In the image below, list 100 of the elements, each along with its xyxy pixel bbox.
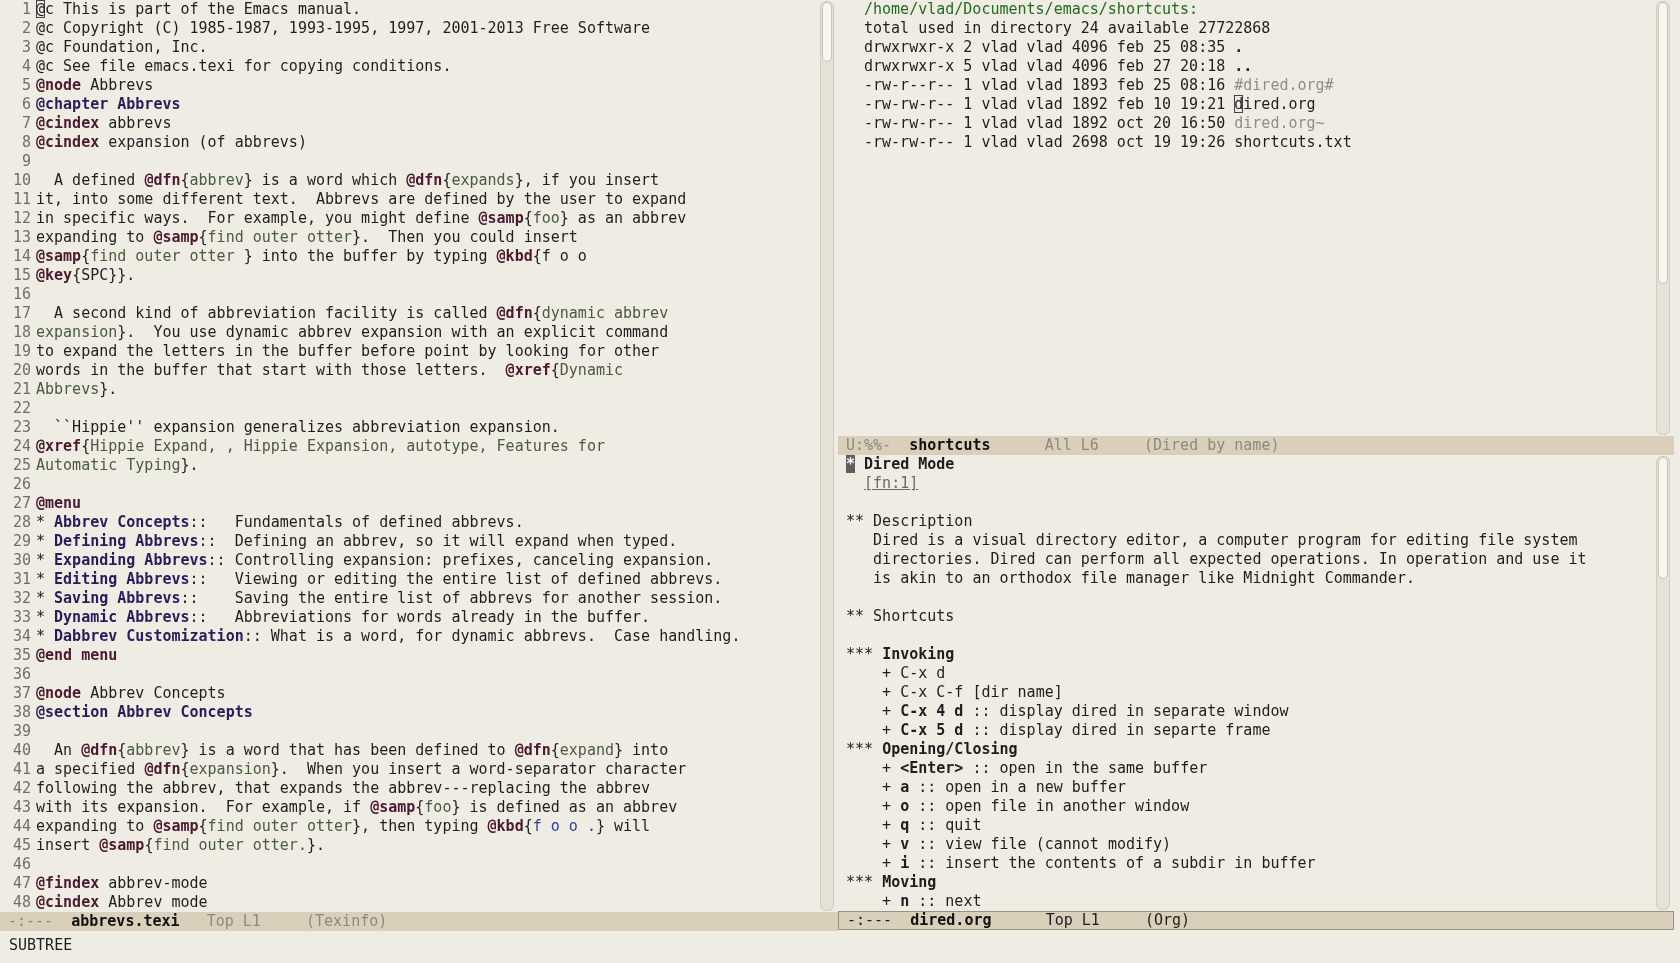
scroll-thumb[interactable] — [822, 2, 832, 62]
code-line: a specified @dfn{expansion}. When you insert a word-separator character — [36, 760, 688, 779]
line-number: 35 — [11, 646, 31, 665]
line-number: 32 — [11, 589, 31, 608]
code-line: *** Moving — [846, 873, 938, 892]
code-line: -rw-rw-r-- 1 vlad vlad 1892 feb 10 19:21 dired.org — [864, 95, 1317, 114]
code-line: is akin to an orthodox file manager like Midnight Commander. — [872, 569, 1416, 588]
line-number: 1 — [20, 0, 31, 19]
code-line: + <Enter> :: open in the same buffer — [881, 759, 1209, 778]
code-line: @menu — [36, 494, 83, 513]
code-line: drwxrwxr-x 2 vlad vlad 4096 feb 25 08:35 . — [864, 38, 1245, 57]
code-line: @c Foundation, Inc. — [36, 38, 209, 57]
code-line: in specific ways. For example, you might define @samp{foo} as an abbrev — [36, 209, 688, 228]
code-line: + i :: insert the contents of a subdir in buffer — [881, 854, 1317, 873]
code-line: @c See file emacs.texi for copying conditions. — [36, 57, 453, 76]
code-line: @node Abbrevs — [36, 76, 155, 95]
code-line: + C-x C-f [dir name] — [881, 683, 1064, 702]
line-number: 9 — [20, 152, 31, 171]
line-number: 7 — [20, 114, 31, 133]
code-line: @end menu — [36, 646, 119, 665]
line-number: 46 — [11, 855, 31, 874]
code-line: @section Abbrev Concepts — [36, 703, 254, 722]
line-number: 48 — [11, 893, 31, 912]
line-number: 44 — [11, 817, 31, 836]
code-line: ** Description — [846, 512, 974, 531]
code-line: *** Opening/Closing — [846, 740, 1019, 759]
footnote-link[interactable]: [fn:1] — [864, 474, 919, 492]
line-number: 47 — [11, 874, 31, 893]
line-number: 30 — [11, 551, 31, 570]
line-number: 26 — [11, 475, 31, 494]
code-line: * Dynamic Abbrevs:: Abbreviations for words already in the buffer. — [36, 608, 652, 627]
code-line: + a :: open in a new buffer — [881, 778, 1127, 797]
code-line: + C-x 4 d :: display dired in separate window — [881, 702, 1290, 721]
code-line: * Dabbrev Customization:: What is a word, for dynamic abbrevs. Case handling. — [36, 627, 742, 646]
code-line: @cindex Abbrev mode — [36, 893, 209, 912]
line-number: 12 — [11, 209, 31, 228]
line-number: 41 — [11, 760, 31, 779]
line-number: 25 — [11, 456, 31, 475]
code-line: @c Copyright (C) 1985-1987, 1993-1995, 1997, 2001-2013 Free Software — [36, 19, 652, 38]
line-number: 42 — [11, 779, 31, 798]
line-number: 40 — [11, 741, 31, 760]
line-number: 17 — [11, 304, 31, 323]
line-number: 15 — [11, 266, 31, 285]
code-line: to expand the letters in the buffer before point by looking for other — [36, 342, 661, 361]
line-number: 24 — [11, 437, 31, 456]
line-number: 43 — [11, 798, 31, 817]
code-line: @samp{find outer otter } into the buffer by typing @kbd{f o o — [36, 247, 588, 266]
code-line: expansion}. You use dynamic abbrev expansion with an explicit command — [36, 323, 670, 342]
line-number: 27 — [11, 494, 31, 513]
line-number: 6 — [20, 95, 31, 114]
code-line: * Expanding Abbrevs:: Controlling expansion: prefixes, canceling expansion. — [36, 551, 715, 570]
code-line: Dired is a visual directory editor, a computer program for editing file system — [872, 531, 1579, 550]
code-line: -rw-rw-r-- 1 vlad vlad 1892 oct 20 16:50 dired.org~ — [864, 114, 1326, 133]
code-line: A second kind of abbreviation facility is called @dfn{dynamic abbrev — [53, 304, 670, 323]
code-line: directories. Dired can perform all expected operations. In operation and use it — [872, 550, 1588, 569]
scrollbar[interactable] — [820, 1, 834, 911]
code-line: + v :: view file (cannot modify) — [881, 835, 1173, 854]
line-number: 18 — [11, 323, 31, 342]
line-number: 8 — [20, 133, 31, 152]
line-number: 13 — [11, 228, 31, 247]
code-line: + C-x d — [881, 664, 947, 683]
code-line: + n :: next — [881, 892, 983, 911]
line-number: 37 — [11, 684, 31, 703]
code-line: following the abbrev, that expands the abbrev---replacing the abbrev — [36, 779, 652, 798]
code-line: drwxrwxr-x 5 vlad vlad 4096 feb 27 20:18 .. — [864, 57, 1254, 76]
line-number: 21 — [11, 380, 31, 399]
line-number: 16 — [11, 285, 31, 304]
code-line: -rw-rw-r-- 1 vlad vlad 2698 oct 19 19:26 shortcuts.txt — [864, 133, 1353, 152]
code-line: * Dired Mode — [846, 455, 956, 474]
line-number: 14 — [11, 247, 31, 266]
code-line: with its expansion. For example, if @samp{foo} is defined as an abbrev — [36, 798, 679, 817]
line-number: 38 — [11, 703, 31, 722]
code-line: An @dfn{abbrev} is a word that has been defined to @dfn{expand} into — [53, 741, 670, 760]
line-number: 33 — [11, 608, 31, 627]
code-line: -rw-r--r-- 1 vlad vlad 1893 feb 25 08:16 #dired.org# — [864, 76, 1335, 95]
code-line: words in the buffer that start with those letters. @xref{Dynamic — [36, 361, 624, 380]
scrollbar[interactable] — [1656, 456, 1670, 910]
code-line: ** Shortcuts — [846, 607, 956, 626]
code-line: @findex abbrev-mode — [36, 874, 209, 893]
line-number: 31 — [11, 570, 31, 589]
scroll-thumb[interactable] — [1658, 2, 1668, 284]
line-number: 4 — [20, 57, 31, 76]
scroll-thumb[interactable] — [1658, 457, 1668, 579]
code-line: A defined @dfn{abbrev} is a word which @dfn{expands}, if you insert — [53, 171, 661, 190]
code-line: @cindex abbrevs — [36, 114, 173, 133]
line-number: 45 — [11, 836, 31, 855]
code-line: Automatic Typing}. — [36, 456, 200, 475]
code-line: /home/vlad/Documents/emacs/shortcuts: — [864, 0, 1200, 19]
code-line: * Abbrev Concepts:: Fundamentals of defined abbrevs. — [36, 513, 525, 532]
code-line: total used in directory 24 available 27722868 — [864, 19, 1272, 38]
code-line: it, into some different text. Abbrevs are defined by the user to expand — [36, 190, 688, 209]
scrollbar[interactable] — [1656, 1, 1670, 435]
code-line: @xref{Hippie Expand, , Hippie Expansion, autotype, Features for — [36, 437, 606, 456]
line-number: 34 — [11, 627, 31, 646]
line-number: 11 — [11, 190, 31, 209]
minibuffer-text: SUBTREE — [8, 935, 74, 956]
code-line: @chapter Abbrevs — [36, 95, 182, 114]
code-line: expanding to @samp{find outer otter}. Then you could insert — [36, 228, 579, 247]
code-line: insert @samp{find outer otter.}. — [36, 836, 326, 855]
code-line: * Editing Abbrevs:: Viewing or editing the entire list of defined abbrevs. — [36, 570, 724, 589]
